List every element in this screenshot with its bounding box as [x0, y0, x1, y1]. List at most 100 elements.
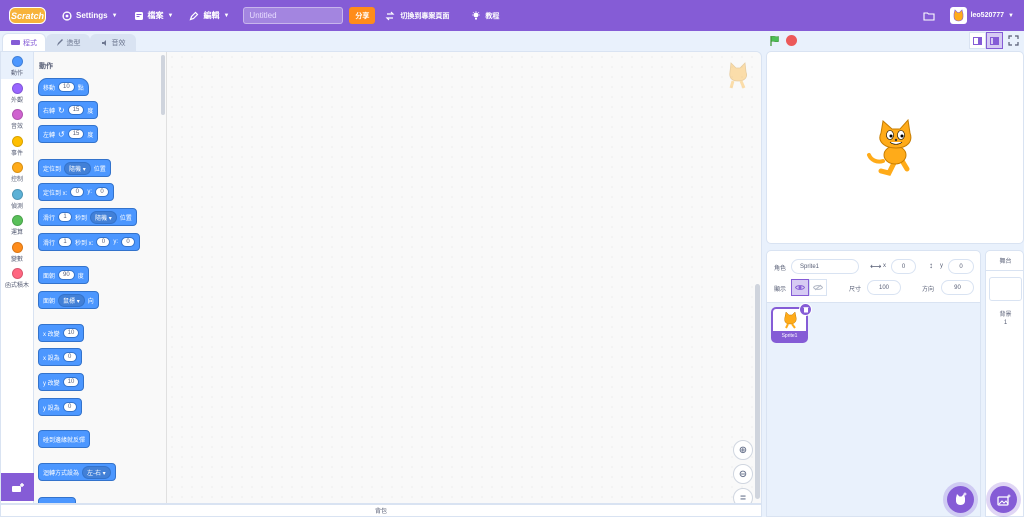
my-stuff-button[interactable] — [920, 0, 938, 31]
block-text: 位置 — [93, 166, 106, 173]
block-goto-xy[interactable]: 定位到 x: 0 y: 0 — [38, 183, 115, 201]
large-stage-button[interactable] — [986, 32, 1003, 49]
show-sprite-button[interactable] — [791, 279, 809, 296]
block-bounce[interactable]: 碰到邊緣就反彈 — [38, 430, 91, 448]
hide-sprite-button[interactable] — [809, 279, 827, 296]
choose-sprite-button[interactable] — [947, 486, 974, 513]
block-set-y[interactable]: y 設為 0 — [38, 398, 82, 416]
block-text: 度 — [77, 273, 84, 280]
block-number-input[interactable]: 10 — [58, 82, 75, 92]
category-label: 偵測 — [10, 203, 23, 210]
block-goto[interactable]: 定位到 隨機 ▾ 位置 — [38, 159, 111, 177]
block-text: 面朝 — [43, 273, 56, 280]
tab-costumes[interactable]: 造型 — [46, 34, 90, 51]
tab-sounds[interactable]: 音效 — [90, 34, 136, 51]
stop-button[interactable] — [786, 35, 797, 46]
zoom-out-button[interactable]: ⊖ — [733, 464, 753, 484]
block-point-towards[interactable]: 面朝 鼠標 ▾ 向 — [38, 291, 99, 309]
block-number-input[interactable]: 0 — [121, 237, 136, 247]
delete-sprite-button[interactable] — [799, 303, 812, 316]
block-glide-xy[interactable]: 滑行 1 秒到 x: 0 y: 0 — [38, 233, 141, 251]
block-text: 右轉 — [43, 108, 56, 115]
block-number-input[interactable]: 0 — [62, 352, 77, 362]
block-dropdown[interactable]: 鼠標 ▾ — [58, 293, 85, 307]
category-label: 變數 — [10, 256, 23, 263]
block-set-x[interactable]: x 設為 0 — [38, 348, 82, 366]
block-turn-left[interactable]: 左轉 ↺ 15 度 — [38, 125, 99, 143]
project-title-input[interactable] — [243, 7, 344, 24]
stage-canvas[interactable] — [766, 51, 1024, 244]
zoom-in-button[interactable]: ⊕ — [733, 440, 753, 460]
zoom-reset-button[interactable]: = — [733, 488, 753, 503]
category-looks[interactable]: 外觀 — [1, 79, 33, 106]
current-sprite-watermark-icon — [729, 62, 747, 89]
share-button[interactable]: 分享 — [349, 7, 376, 24]
block-rotation-style[interactable]: 迴轉方式設為 左-右 ▾ — [38, 463, 116, 481]
category-sound[interactable]: 音效 — [1, 105, 33, 132]
block-move[interactable]: 移動 10 點 — [38, 78, 89, 96]
direction-input[interactable]: 90 — [941, 280, 974, 295]
block-dropdown[interactable]: 隨機 ▾ — [64, 161, 91, 175]
block-number-input[interactable]: 0 — [62, 402, 77, 412]
script-area[interactable]: ⊕ ⊖ = — [167, 52, 761, 503]
block-dropdown[interactable]: 左-右 ▾ — [82, 465, 111, 479]
full-screen-button[interactable] — [1005, 32, 1022, 49]
tab-code[interactable]: 程式 — [2, 33, 46, 51]
category-sensing[interactable]: 偵測 — [1, 185, 33, 212]
category-control[interactable]: 控制 — [1, 158, 33, 185]
cat-sprite-icon[interactable] — [865, 119, 917, 177]
file-menu[interactable]: 檔案 ▼ — [126, 0, 182, 31]
sprite-list: Sprite1 — [766, 303, 981, 517]
block-number-input[interactable]: 0 — [70, 187, 85, 197]
block-number-input[interactable]: 10 — [62, 377, 80, 387]
block-number-input[interactable]: 15 — [67, 105, 85, 115]
size-input[interactable]: 100 — [867, 280, 901, 295]
sprite-tile[interactable]: Sprite1 — [771, 303, 812, 343]
x-label: x — [883, 263, 886, 269]
block-change-x[interactable]: x 改變 10 — [38, 324, 85, 342]
see-project-page-button[interactable]: 切換到專案頁面 — [385, 11, 449, 21]
scratch-logo[interactable]: Scratch — [9, 7, 46, 24]
block-partial[interactable] — [38, 497, 76, 503]
block-text: 滑行 — [43, 240, 56, 247]
stage-selector[interactable]: 舞台 背景 1 — [985, 250, 1024, 517]
y-position-input[interactable]: 0 — [948, 259, 974, 274]
block-point-direction[interactable]: 面朝 90 度 — [38, 266, 89, 284]
category-variables[interactable]: 變數 — [1, 238, 33, 265]
choose-backdrop-button[interactable] — [990, 486, 1017, 513]
block-number-input[interactable]: 0 — [95, 187, 110, 197]
palette-category-title: 動作 — [39, 63, 53, 70]
category-dot — [11, 241, 23, 253]
add-extension-button[interactable] — [1, 473, 34, 501]
green-flag-icon[interactable] — [769, 35, 781, 47]
block-turn-right[interactable]: 右轉 ↻ 15 度 — [38, 101, 99, 119]
category-dot — [11, 268, 23, 279]
block-change-y[interactable]: y 改變 10 — [38, 373, 85, 391]
edit-menu[interactable]: 編輯 ▼ — [181, 0, 237, 31]
block-glide-to[interactable]: 滑行 1 秒到 隨機 ▾ 位置 — [38, 208, 137, 226]
block-number-input[interactable]: 10 — [62, 328, 80, 338]
block-number-input[interactable]: 0 — [96, 237, 111, 247]
block-number-input[interactable]: 1 — [58, 212, 73, 222]
stage-thumbnail[interactable] — [989, 277, 1022, 301]
block-number-input[interactable]: 15 — [67, 129, 85, 139]
x-position-input[interactable]: 0 — [891, 259, 916, 274]
sprite-name-input[interactable]: Sprite1 — [791, 259, 859, 274]
account-menu[interactable]: leo520777 ▼ — [949, 7, 1014, 24]
category-my-blocks[interactable]: 函式積木 — [1, 264, 33, 291]
script-area-scrollbar[interactable] — [755, 284, 760, 499]
category-operators[interactable]: 運算 — [1, 211, 33, 238]
block-number-input[interactable]: 1 — [58, 237, 73, 247]
palette-scrollbar[interactable] — [161, 55, 165, 115]
settings-menu[interactable]: Settings ▼ — [54, 0, 126, 31]
direction-value: 90 — [954, 284, 961, 291]
tutorials-button[interactable]: 教程 — [471, 10, 499, 21]
category-motion[interactable]: 動作 — [1, 52, 33, 79]
small-stage-button[interactable] — [969, 32, 986, 49]
backpack[interactable]: 背包 — [0, 504, 762, 517]
category-events[interactable]: 事件 — [1, 132, 33, 159]
block-number-input[interactable]: 90 — [58, 270, 75, 280]
block-dropdown[interactable]: 隨機 ▾ — [90, 210, 117, 224]
show-label: 顯示 — [774, 287, 787, 293]
block-text: y 改變 — [43, 380, 60, 387]
